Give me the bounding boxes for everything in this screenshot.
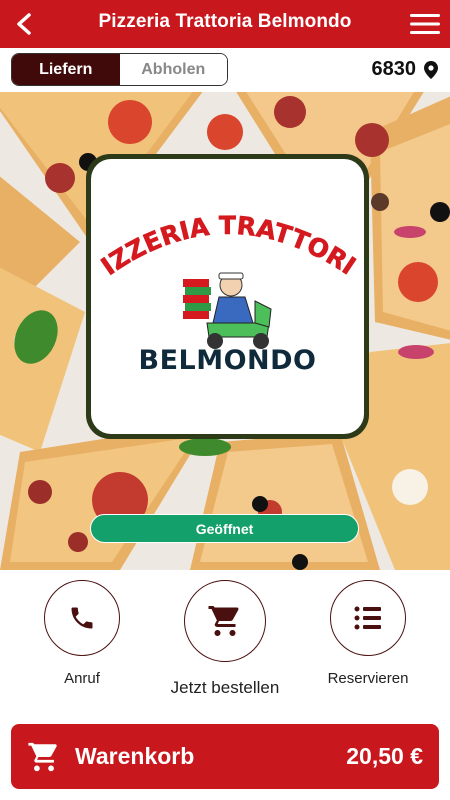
cart-icon [208,606,239,636]
call-label: Anruf [64,670,100,687]
cart-total: 20,50 € [346,743,423,769]
svg-text:PIZZERIA TRATTORIA: PIZZERIA TRATTORIA [91,159,361,281]
hamburger-menu-icon[interactable] [409,12,441,36]
tab-delivery[interactable]: Liefern [12,54,120,85]
reserve-label: Reservieren [327,670,409,687]
tab-pickup[interactable]: Abholen [119,54,227,85]
order-now-action[interactable]: Jetzt bestellen [160,580,290,698]
logo-emblem: PIZZERIA TRATTORIA [91,159,361,349]
map-pin-icon [424,60,438,79]
list-icon [354,606,381,630]
cart-button[interactable]: Warenkorb 20,50 € [11,724,439,789]
call-action[interactable]: Anruf [37,580,127,687]
open-status-badge: Geöffnet [90,514,359,543]
order-mode-bar: Liefern Abholen 6830 [0,48,450,92]
reserve-button[interactable] [330,580,406,656]
reserve-action[interactable]: Reservieren [318,580,418,687]
quick-actions: Anruf Jetzt bestellen Reservieren [0,570,450,720]
order-now-label: Jetzt bestellen [170,678,280,697]
cart-label: Warenkorb [75,743,195,769]
call-button[interactable] [44,580,120,656]
location-selector[interactable]: 6830 [371,58,438,81]
order-now-button[interactable] [184,580,266,662]
app-header: Pizzeria Trattoria Belmondo [0,0,450,48]
phone-icon [71,607,93,629]
zip-code: 6830 [371,58,417,80]
hero-banner: PIZZERIA TRATTORIA [0,92,450,570]
delivery-mode-toggle: Liefern Abholen [11,53,228,86]
logo-name: BELMONDO [138,345,317,376]
restaurant-logo: PIZZERIA TRATTORIA [86,154,369,439]
cart-icon [28,742,57,771]
page-title: Pizzeria Trattoria Belmondo [98,11,352,32]
logo-arc-text: PIZZERIA TRATTORIA [91,159,361,281]
